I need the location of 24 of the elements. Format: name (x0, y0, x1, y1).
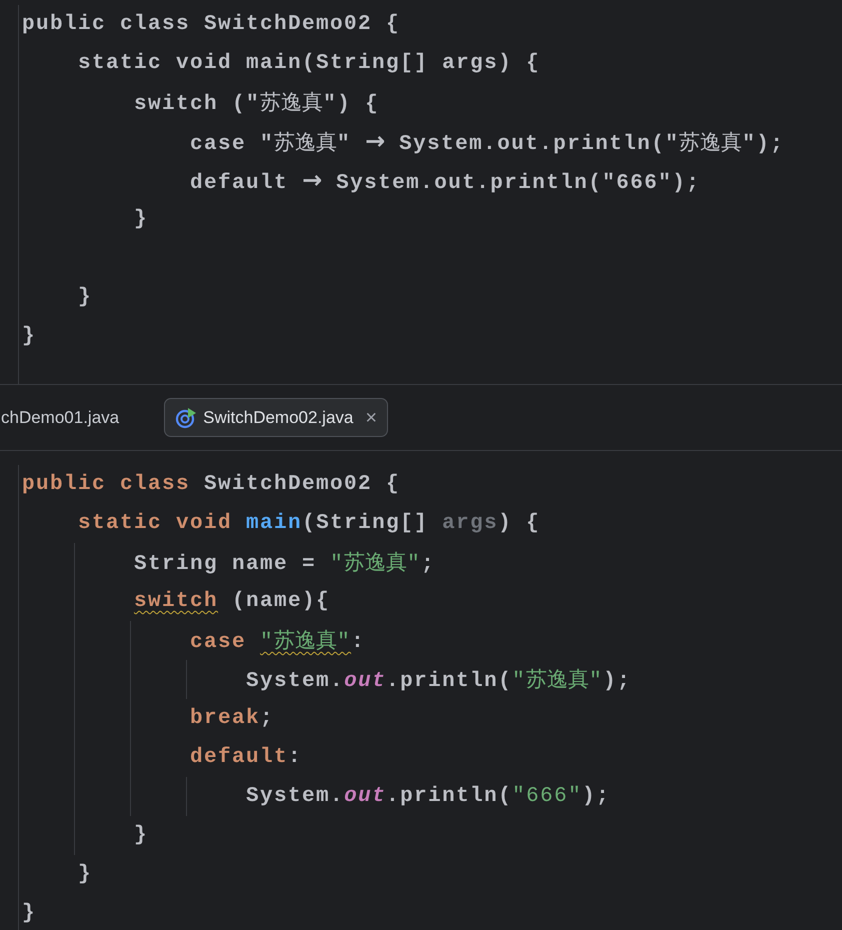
code-line: switch (name){ (134, 589, 330, 615)
code-line: public class SwitchDemo02 { (22, 472, 400, 498)
code-line: } (78, 862, 92, 888)
code-line: default: (190, 745, 302, 771)
code-line: } (22, 324, 36, 350)
code-line: System.out.println("666"); (246, 784, 610, 810)
code-line: public class SwitchDemo02 { (22, 12, 400, 38)
code-line: } (134, 823, 148, 849)
file-tab[interactable]: SwitchDemo02.java × (164, 398, 388, 438)
code-line: static void main(String[] args) { (78, 511, 540, 537)
code-line: default → System.out.println("666"); (190, 165, 700, 197)
code-line: System.out.println("苏逸真"); (246, 666, 632, 695)
code-line: } (134, 207, 148, 233)
code-line: break; (190, 706, 274, 732)
code-line: static void main(String[] args) { (78, 51, 540, 77)
code-line: case "苏逸真": (190, 627, 366, 656)
code-line: case "苏逸真" → System.out.println("苏逸真"); (190, 126, 784, 158)
class-run-icon (175, 406, 198, 428)
code-line: } (22, 901, 36, 927)
code-line: } (78, 285, 92, 311)
file-tab[interactable]: chDemo01.java (0, 398, 130, 438)
close-icon[interactable]: × (365, 408, 378, 428)
code-line: switch ("苏逸真") { (134, 89, 380, 118)
code-line: String name = "苏逸真"; (134, 549, 436, 578)
